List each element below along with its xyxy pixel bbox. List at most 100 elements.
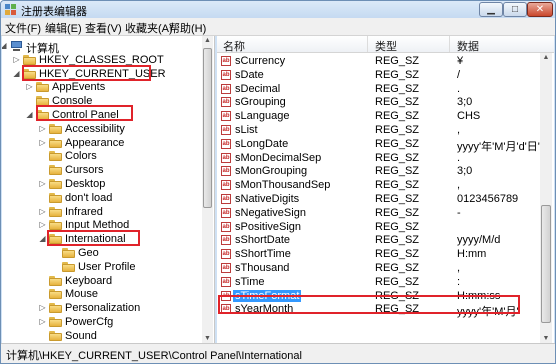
column-divider[interactable] [449,36,450,52]
string-value-icon: ab [221,56,231,66]
list-row[interactable]: ab sTime REG_SZ: [217,275,539,289]
column-name-header[interactable]: 名称 [223,38,245,54]
value-type: REG_SZ [375,110,420,123]
string-value-icon: ab [221,207,231,218]
scroll-up-icon[interactable]: ▲ [540,54,552,61]
tree-item[interactable]: Geo [2,246,200,260]
tree-item[interactable]: ▷ Personalization [2,301,200,315]
tree-item-label: HKEY_CLASSES_ROOT [39,53,164,66]
menu-favorites[interactable]: 收藏夹(A) [125,20,173,36]
value-type: REG_SZ [375,234,420,247]
scroll-up-icon[interactable]: ▲ [202,37,213,44]
expand-arrow-icon[interactable]: ▷ [38,136,47,150]
string-value-icon: ab [221,97,231,108]
list-row[interactable]: ab sShortDate REG_SZ yyyy/M/d [217,233,539,247]
expand-arrow-icon[interactable]: ▷ [38,301,47,315]
folder-icon [49,289,62,300]
value-data: 3;0 [457,96,473,109]
list-row[interactable]: ab sThousand REG_SZ, [217,261,539,275]
tree-item-label: Cursors [65,164,104,177]
tree-item[interactable]: ▷ Input Method [2,218,200,232]
folder-icon [49,165,62,176]
list-row[interactable]: ab sTimeFormat REG_SZ H:mm:ss [217,289,539,303]
value-name: sMonThousandSep [235,179,331,192]
collapse-arrow-icon[interactable]: ◢ [2,39,8,53]
list-row[interactable]: ab sList REG_SZ, [217,123,539,137]
list-row[interactable]: ab sLanguage REG_SZ CHS [217,109,539,123]
value-type: REG_SZ [375,220,420,233]
tree-item[interactable]: Cursors [2,163,200,177]
collapse-arrow-icon[interactable]: ◢ [25,108,34,122]
scroll-down-icon[interactable]: ▼ [202,335,213,342]
list-row[interactable]: ab sShortTime REG_SZ H:mm [217,247,539,261]
tree-item[interactable]: Colors [2,149,200,163]
value-name: sDate [235,68,264,81]
maximize-icon: □ [511,4,519,15]
tree-item[interactable]: ▷ Accessibility [2,122,200,136]
menu-view[interactable]: 查看(V) [85,20,122,36]
string-value-icon: ab [221,194,231,204]
maximize-button[interactable]: □ [503,2,527,17]
collapse-arrow-icon[interactable]: ◢ [38,232,47,246]
list-row[interactable]: ab sMonThousandSep REG_SZ, [217,178,539,192]
list-row[interactable]: ab sPositiveSign REG_SZ [217,220,539,234]
tree-scroll-thumb[interactable] [203,48,212,208]
tree-item[interactable]: Mouse [2,287,200,301]
tree-item[interactable]: don't load [2,191,200,205]
menu-help[interactable]: 帮助(H) [169,20,206,36]
list-scroll-thumb[interactable] [541,205,551,323]
menu-edit[interactable]: 编辑(E) [45,20,82,36]
list-row[interactable]: ab sYearMonth REG_SZ yyyy'年'M'月' [217,302,539,318]
window-title: 注册表编辑器 [21,6,87,18]
minimize-button[interactable]: ▁ [479,2,503,17]
column-divider[interactable] [367,36,368,52]
tree-item[interactable]: Sound [2,329,200,343]
value-data: . [457,82,461,95]
scroll-down-icon[interactable]: ▼ [540,335,552,342]
list-row[interactable]: ab sMonDecimalSep REG_SZ. [217,151,539,165]
list-scrollbar[interactable]: ▲ ▼ [540,53,552,343]
expand-arrow-icon[interactable]: ▷ [38,177,47,191]
folder-icon [36,110,49,120]
title-bar[interactable]: 注册表编辑器 ▁ □ ✕ [1,1,555,18]
expand-arrow-icon[interactable]: ▷ [25,80,34,94]
list-row[interactable]: ab sMonGrouping REG_SZ 3;0 [217,164,539,178]
tree-item[interactable]: ◢ HKEY_CURRENT_USER [2,67,200,81]
list-row[interactable]: ab sDecimal REG_SZ. [217,82,539,96]
tree-item[interactable]: Keyboard [2,274,200,288]
tree-item[interactable]: User Profile [2,260,200,274]
string-value-icon: ab [221,180,231,191]
tree-item-computer[interactable]: ◢计算机 [2,39,200,55]
list-row[interactable]: ab sLongDate REG_SZ yyyy'年'M'月'd'日' [217,137,540,153]
tree-item[interactable]: ▷ Infrared [2,205,200,219]
tree-item[interactable]: ◢ Control Panel [2,108,200,122]
list-row[interactable]: ab sCurrency REG_SZ ¥ [217,54,539,68]
list-row[interactable]: ab sGrouping REG_SZ 3;0 [217,95,539,109]
expand-arrow-icon[interactable]: ▷ [38,218,47,232]
tree-scrollbar[interactable]: ▲ ▼ [202,36,213,343]
tree-item[interactable]: Console [2,94,200,108]
tree-item[interactable]: ▷ HKEY_CLASSES_ROOT [2,53,200,67]
expand-arrow-icon[interactable]: ▷ [38,315,47,329]
tree-item[interactable]: ▷ AppEvents [2,80,200,94]
column-data-header[interactable]: 数据 [457,38,479,54]
value-type: REG_SZ [375,179,420,192]
values-list[interactable]: 名称 类型 数据 ab sCurrency REG_SZ ¥ ab sDate REG_SZ… [217,36,554,343]
menu-file[interactable]: 文件(F) [5,20,41,36]
expand-arrow-icon[interactable]: ▷ [38,205,47,219]
tree-item[interactable]: ▷ Appearance [2,136,200,150]
list-row[interactable]: ab sNativeDigits REG_SZ 0123456789 [217,192,539,206]
expand-arrow-icon[interactable]: ▷ [12,53,21,67]
tree-item[interactable]: ▷ PowerCfg [2,315,200,329]
registry-tree[interactable]: ◢计算机▷HKEY_CLASSES_ROOT◢HKEY_CURRENT_USER… [2,36,215,343]
list-row[interactable]: ab sNegativeSign REG_SZ - [217,206,539,220]
registry-editor-window: 注册表编辑器 ▁ □ ✕ 文件(F) 编辑(E) 查看(V) 收藏夹(A) 帮助… [0,0,556,364]
column-type-header[interactable]: 类型 [375,38,397,54]
expand-arrow-icon[interactable]: ▷ [38,122,47,136]
list-row[interactable]: ab sDate REG_SZ / [217,68,539,82]
value-type: REG_SZ [375,96,420,109]
collapse-arrow-icon[interactable]: ◢ [12,67,21,81]
close-button[interactable]: ✕ [527,2,553,17]
tree-item[interactable]: ◢ International [2,232,200,246]
tree-item[interactable]: ▷ Desktop [2,177,200,191]
